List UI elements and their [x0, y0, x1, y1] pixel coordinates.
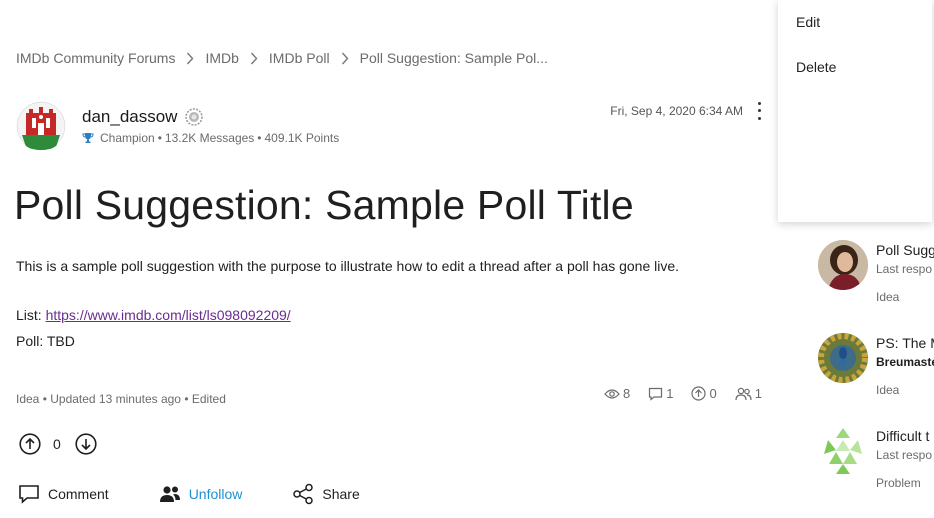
related-thread-subtitle: Last respo: [876, 448, 933, 462]
more-options-icon[interactable]: [752, 100, 766, 122]
related-thread-category: Problem: [876, 476, 921, 490]
share-label: Share: [322, 486, 360, 502]
author-name[interactable]: dan_dassow: [82, 107, 177, 127]
chevron-right-icon: [341, 52, 349, 65]
breadcrumb-item-current: Poll Suggestion: Sample Pol...: [359, 50, 548, 66]
avatar: [818, 333, 868, 383]
unfollow-label: Unfollow: [188, 486, 243, 502]
author-info: dan_dassow Champion • 13.2K Messages • 4…: [82, 107, 339, 145]
post-stats: 8 1 0 1: [604, 386, 762, 401]
post-body: This is a sample poll suggestion with th…: [16, 256, 776, 351]
followers-stat: 1: [735, 386, 762, 401]
author-meta: Champion • 13.2K Messages • 409.1K Point…: [82, 131, 339, 145]
breadcrumb-item-imdb-poll[interactable]: IMDb Poll: [269, 50, 330, 66]
followers-count: 1: [754, 386, 762, 401]
post-actions: Comment Unfollow Share: [18, 483, 360, 505]
related-thread-title[interactable]: Poll Sugg: [876, 242, 934, 258]
chevron-right-icon: [250, 52, 258, 65]
comments-stat: 1: [648, 386, 673, 401]
related-thread-category: Idea: [876, 383, 900, 397]
comment-label: Comment: [48, 486, 109, 502]
post-body-text: This is a sample poll suggestion with th…: [16, 258, 680, 274]
author-name-row: dan_dassow: [82, 107, 339, 127]
author-messages: 13.2K Messages: [164, 131, 255, 145]
post-poll-line: Poll: TBD: [16, 333, 75, 349]
votes-count: 0: [709, 386, 717, 401]
avatar[interactable]: [16, 101, 66, 151]
comment-button[interactable]: Comment: [18, 484, 109, 504]
page-title: Poll Suggestion: Sample Poll Title: [14, 182, 634, 228]
related-thread-author[interactable]: Breumaste: [876, 355, 934, 369]
menu-item-edit[interactable]: Edit: [796, 14, 820, 30]
post-date: Fri, Sep 4, 2020 6:34 AM: [610, 104, 743, 118]
author-points: 409.1K Points: [264, 131, 340, 145]
comment-icon: [19, 485, 39, 504]
followers-icon: [735, 387, 752, 400]
related-thread-subtitle: Last respo: [876, 262, 933, 276]
share-icon: [293, 483, 314, 505]
breadcrumb-item-imdb[interactable]: IMDb: [205, 50, 238, 66]
breadcrumb: IMDb Community Forums IMDb IMDb Poll Pol…: [16, 50, 548, 66]
meta-separator: •: [157, 131, 162, 145]
post-list-line: List: https://www.imdb.com/list/ls098092…: [16, 305, 776, 325]
upvote-button-icon[interactable]: [19, 433, 41, 455]
related-thread-category: Idea: [876, 290, 900, 304]
related-thread-title[interactable]: Difficult t: [876, 428, 929, 444]
votes-stat: 0: [691, 386, 717, 401]
post-footer-meta: Idea • Updated 13 minutes ago • Edited: [16, 392, 226, 406]
trophy-icon: [82, 132, 94, 144]
author-rank: Champion: [100, 131, 155, 145]
unfollow-button[interactable]: Unfollow: [159, 485, 243, 503]
downvote-button-icon[interactable]: [75, 433, 97, 455]
vote-control: 0: [19, 433, 97, 455]
share-button[interactable]: Share: [292, 483, 360, 505]
avatar: [818, 240, 868, 290]
vote-count: 0: [53, 436, 61, 452]
options-menu: Edit Delete: [778, 0, 932, 222]
list-link[interactable]: https://www.imdb.com/list/ls098092209/: [46, 307, 291, 323]
breadcrumb-item-community-forums[interactable]: IMDb Community Forums: [16, 50, 175, 66]
comments-count: 1: [666, 386, 674, 401]
list-label: List:: [16, 307, 46, 323]
avatar: [818, 426, 868, 476]
views-count: 8: [623, 386, 631, 401]
related-thread-title[interactable]: PS: The M: [876, 335, 934, 351]
followers-icon: [159, 486, 180, 502]
eye-icon: [604, 388, 620, 399]
meta-separator: •: [257, 131, 262, 145]
author-block: dan_dassow Champion • 13.2K Messages • 4…: [16, 101, 339, 151]
rank-badge-icon: [185, 108, 204, 126]
upvote-icon: [691, 386, 707, 401]
chevron-right-icon: [186, 52, 194, 65]
views-stat: 8: [604, 386, 630, 401]
comment-icon: [649, 387, 663, 401]
menu-item-delete[interactable]: Delete: [796, 59, 836, 75]
